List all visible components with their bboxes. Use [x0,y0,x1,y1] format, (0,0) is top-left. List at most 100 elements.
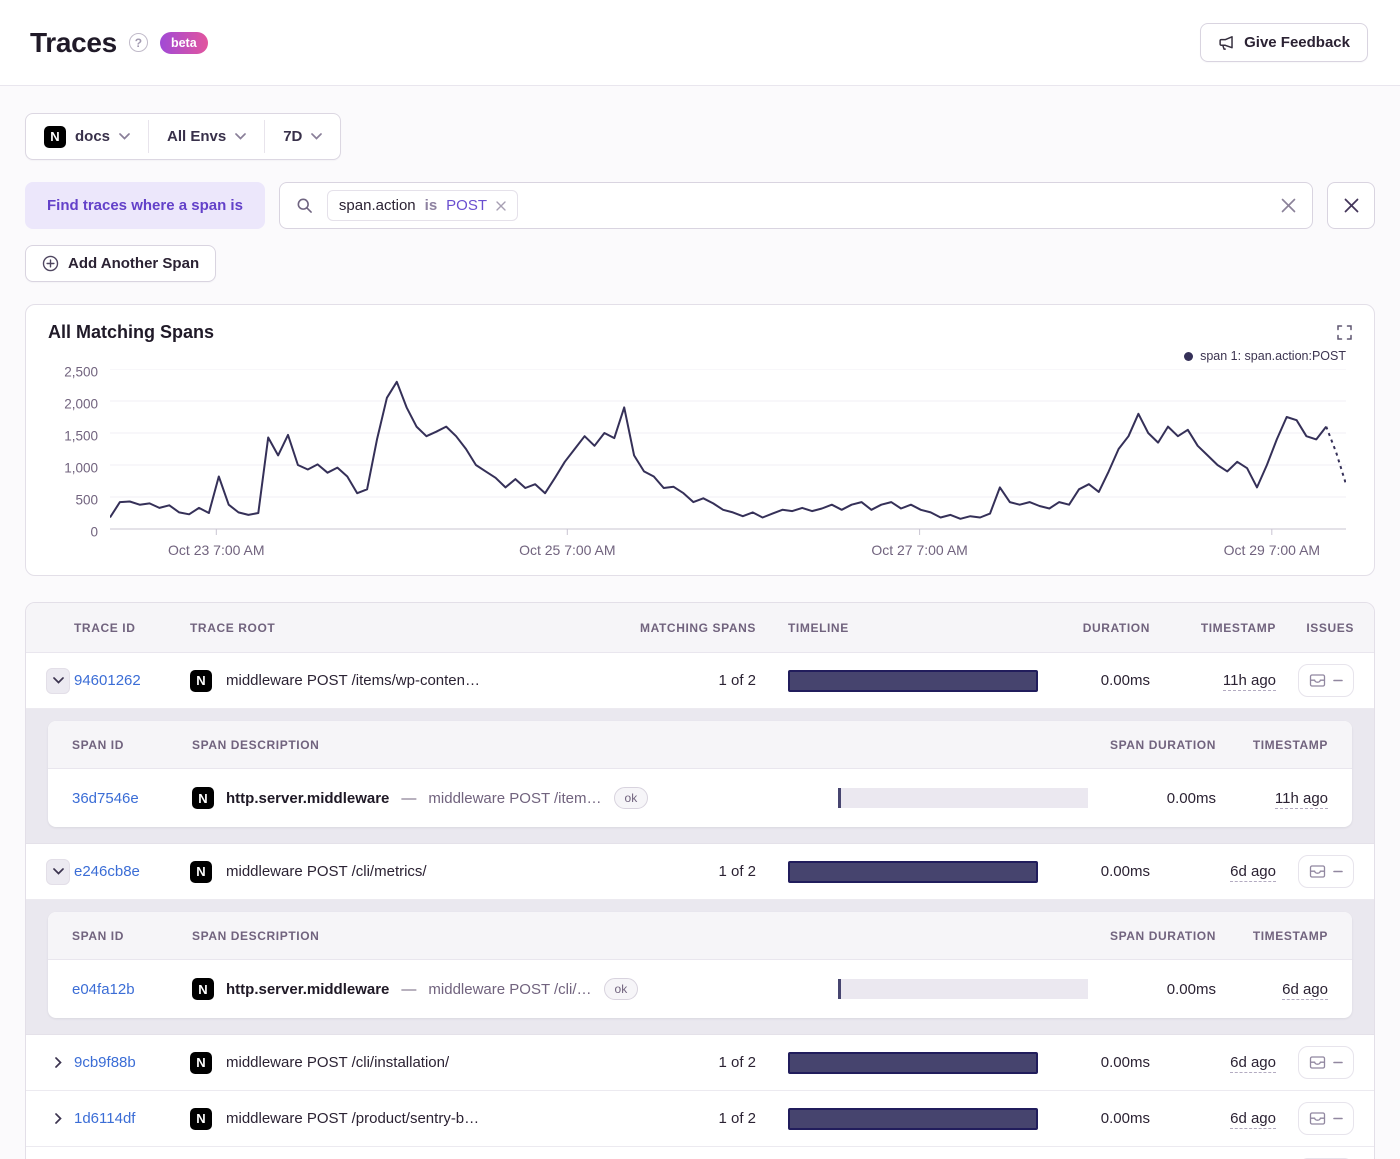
header-span-id: Span ID [72,737,124,752]
page-title: Traces [30,26,117,58]
table-row: e246cb8e N middleware POST /cli/metrics/… [26,844,1374,900]
search-icon [297,198,312,213]
filter-token-span-action[interactable]: span.action is POST [326,190,519,221]
y-tick-label: 2,000 [64,396,98,412]
header-span-duration: Span Duration [1109,737,1216,752]
x-tick-label: Oct 23 7:00 AM [168,542,265,558]
span-op: http.server.middleware [226,980,390,998]
x-tick-label: Oct 29 7:00 AM [1223,542,1321,558]
y-axis: 2,500 2,000 1,500 1,000 500 0 [48,365,110,540]
chevron-right-icon [54,1057,62,1068]
trace-id-link[interactable]: 94601262 [74,672,190,689]
table-row: 1d6114df N middleware POST /product/sent… [26,1091,1374,1147]
remove-span-condition-button[interactable] [1327,182,1375,229]
issues-button[interactable] [1298,1102,1354,1135]
trace-id-link[interactable]: 9cb9f88b [74,1054,190,1071]
issues-button[interactable] [1298,1046,1354,1079]
header-span-duration: Span Duration [1109,928,1216,943]
spans-table-header: Span ID Span Description Span Duration T… [48,912,1352,960]
close-icon [1344,198,1358,213]
x-tick-label: Oct 25 7:00 AM [519,542,616,558]
spans-line-chart [110,369,1346,535]
traces-table-header: Trace ID Trace Root Matching Spans Timel… [26,603,1374,653]
span-id-link[interactable]: e04fa12b [72,981,192,998]
traces-table: Trace ID Trace Root Matching Spans Timel… [25,602,1375,1159]
nextjs-icon: N [190,669,212,692]
nextjs-icon: N [190,860,212,883]
collapse-row-button[interactable] [46,858,70,885]
token-operator: is [424,197,438,214]
chevron-right-icon [54,1113,62,1124]
chevron-down-icon [119,133,130,140]
chevron-down-icon [235,133,247,140]
span-search-input[interactable]: span.action is POST [278,182,1313,229]
token-value: POST [446,197,488,214]
token-remove-icon[interactable] [496,200,506,211]
add-another-span-button[interactable]: Add Another Span [25,245,217,282]
trace-id-link[interactable]: e246cb8e [74,863,190,880]
legend-label: span 1: span.action:POST [1200,349,1346,363]
date-range-filter[interactable]: 7D [265,114,340,159]
issues-button[interactable] [1298,855,1354,888]
add-another-span-label: Add Another Span [68,255,200,272]
span-timestamp: 11h ago [1274,789,1328,809]
project-filter-label: docs [75,128,111,145]
search-clear-icon[interactable] [1281,198,1296,213]
collapse-row-button[interactable] [46,667,70,694]
page-filter-bar: N docs All Envs 7D [25,113,342,160]
no-issues-dash-icon [1333,1117,1343,1120]
header-span-description: Span Description [192,928,320,943]
chart-title: All Matching Spans [48,322,215,342]
expand-chart-icon[interactable] [1337,325,1352,340]
expand-row-button[interactable] [46,1106,70,1132]
y-tick-label: 1,500 [64,428,98,444]
nextjs-icon: N [192,787,214,809]
span-row: 36d7546e N http.server.middleware — midd… [48,769,1352,827]
top-bar: Traces ? beta Give Feedback [0,0,1400,86]
chart-legend[interactable]: span 1: span.action:POST [48,345,1346,367]
span-timeline-bar [838,979,1088,999]
table-row: 94601262 N middleware POST /items/wp-con… [26,653,1374,709]
plus-circle-icon [42,255,59,272]
header-span-timestamp: Timestamp [1252,737,1328,752]
span-timestamp: 6d ago [1282,980,1328,1000]
span-status-badge: ok [613,787,649,809]
x-axis: Oct 23 7:00 AM Oct 25 7:00 AM Oct 27 7:0… [110,535,1346,561]
header-matching-spans: Matching Spans [640,620,756,635]
token-key: span.action [338,197,416,214]
y-tick-label: 0 [90,524,98,540]
table-row: 5b72a6bf N middleware POST /security-leg… [26,1147,1374,1159]
matching-spans-count: 1 of 2 [718,1054,756,1071]
issues-button[interactable] [1298,664,1354,697]
trace-duration: 0.00ms [1100,863,1150,880]
nextjs-icon: N [44,125,66,148]
y-tick-label: 2,500 [64,364,98,380]
trace-timeline-bar [788,669,1038,692]
give-feedback-button[interactable]: Give Feedback [1200,23,1368,62]
span-duration: 0.00ms [1166,789,1216,807]
separator: — [401,789,417,807]
expand-row-button[interactable] [46,1050,70,1076]
separator: — [401,980,417,998]
project-filter[interactable]: N docs [26,114,148,159]
header-timeline: Timeline [788,620,849,635]
environment-filter-label: All Envs [167,128,227,145]
span-id-link[interactable]: 36d7546e [72,790,192,807]
x-tick-label: Oct 27 7:00 AM [871,542,968,558]
trace-timestamp: 11h ago [1222,672,1276,691]
issues-archive-icon [1309,865,1326,878]
nextjs-icon: N [190,1107,212,1130]
give-feedback-label: Give Feedback [1244,34,1350,51]
header-span-timestamp: Timestamp [1252,928,1328,943]
no-issues-dash-icon [1333,679,1343,682]
nextjs-icon: N [190,1051,212,1074]
header-trace-id: Trace ID [74,620,136,635]
environment-filter[interactable]: All Envs [149,114,264,159]
help-icon[interactable]: ? [128,33,148,52]
trace-timeline-bar [788,860,1038,883]
header-span-id: Span ID [72,928,124,943]
expanded-spans-section: Span ID Span Description Span Duration T… [26,900,1374,1035]
header-issues: Issues [1306,620,1354,635]
trace-timestamp: 6d ago [1230,863,1276,882]
trace-id-link[interactable]: 1d6114df [74,1110,190,1127]
